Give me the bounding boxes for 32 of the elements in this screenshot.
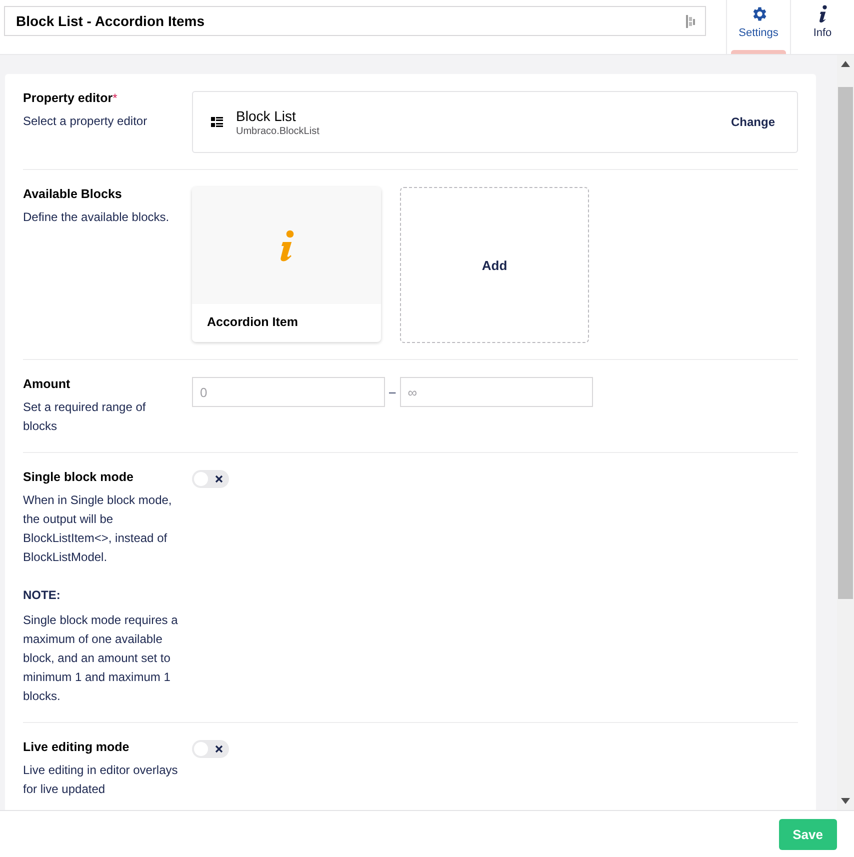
scroll-up-icon[interactable] [841,61,850,67]
note-heading: NOTE: [23,587,62,604]
editor-name: Block List [236,108,297,124]
min-field[interactable]: 0 [192,377,385,407]
editor-alias: Umbraco.BlockList [236,126,320,136]
close-icon [215,475,223,483]
close-icon [215,745,223,753]
add-block-button[interactable]: Add [400,187,589,343]
property-label: Amount [23,377,70,391]
toggle-switch[interactable] [192,740,229,758]
list-icon [211,116,223,128]
property-description: Set a required range of blocks [23,399,147,435]
info-icon [278,230,296,262]
property-label: Available Blocks [23,187,122,201]
max-field[interactable]: ∞ [400,377,593,407]
scrollbar-thumb[interactable] [838,87,853,599]
block-name: Accordion Item [206,314,299,331]
property-label: Property editor [23,91,113,105]
info-icon [818,5,828,23]
property-label: Single block mode [23,470,134,484]
change-button[interactable]: Change [726,111,779,133]
toggle-switch[interactable] [192,470,229,488]
property-label: Live editing mode [23,740,130,754]
title-field[interactable]: Block List - Accordion Items [4,6,706,36]
property-description: Single block mode requires a maximum of one available block, and an amount set to minimum 1 and maximum 1 blocks. [23,612,178,705]
property-description: Define the available blocks. [23,209,170,226]
range-separator: – [389,384,396,401]
scroll-down-icon[interactable] [841,798,850,804]
property-description: When in Single block mode, the output will be BlockListItem<>, instead of BlockListModel. [23,492,173,566]
property-description: Live editing in editor overlays for live updated [23,762,178,798]
required-mark: * [112,91,118,105]
property-description: Select a property editor [23,113,148,130]
